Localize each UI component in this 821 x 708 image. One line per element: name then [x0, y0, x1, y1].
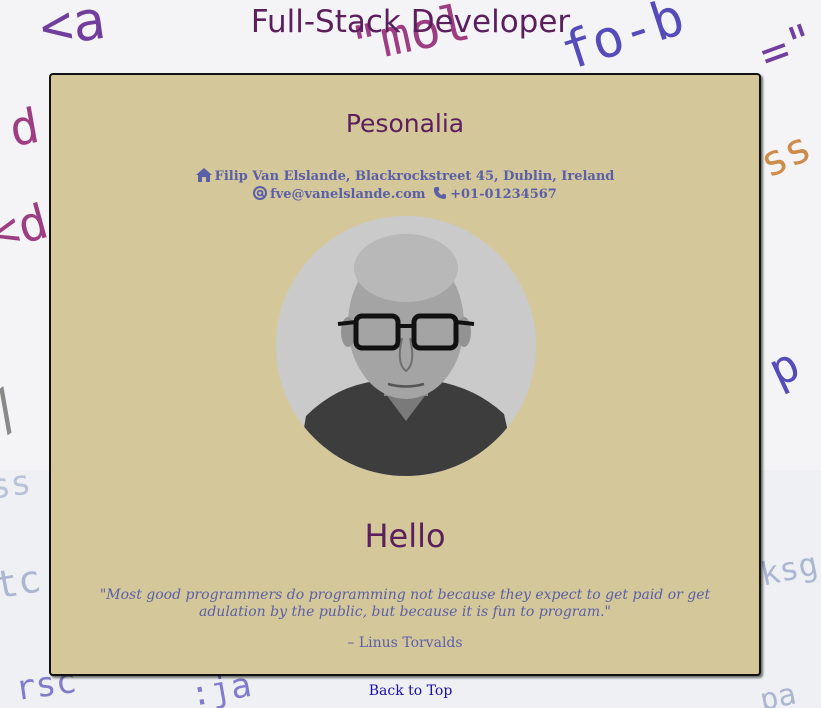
- profile-photo: [276, 216, 536, 476]
- phone-icon: [433, 186, 447, 200]
- phone-link[interactable]: +01-01234567: [450, 187, 557, 202]
- address-text: Filip Van Elslande, Blackrockstreet 45, …: [214, 169, 615, 184]
- at-icon: [253, 186, 268, 200]
- contact-line: fve@vanelslande.com +01-01234567: [51, 186, 759, 204]
- section-title: Pesonalia: [345, 109, 465, 138]
- address-line: Filip Van Elslande, Blackrockstreet 45, …: [51, 168, 759, 186]
- greeting-heading: Hello: [364, 517, 446, 555]
- quote-author: – Linus Torvalds: [347, 635, 463, 651]
- home-icon: [195, 168, 212, 182]
- personal-card: Pesonalia Filip Van Elslande, Blackrocks…: [49, 73, 761, 676]
- page-title: Full-Stack Developer: [250, 4, 571, 40]
- email-link[interactable]: fve@vanelslande.com: [270, 187, 425, 202]
- quote-text: "Most good programmers do programming no…: [99, 587, 711, 620]
- back-to-top-link[interactable]: Back to Top: [0, 683, 821, 699]
